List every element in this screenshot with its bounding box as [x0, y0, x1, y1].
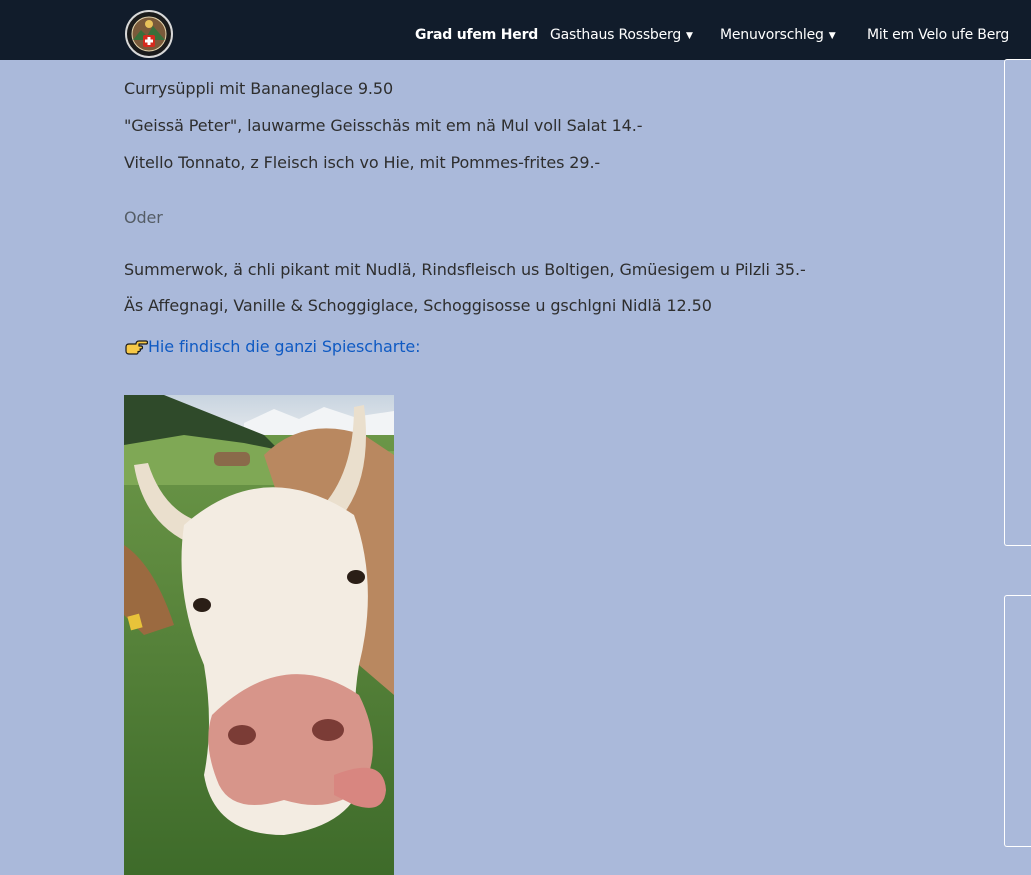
menu-item-currysueppli: Currysüppli mit Bananeglace 9.50 [124, 79, 394, 98]
nav-item-menuvorschleg[interactable]: Menuvorschleg ▼ [720, 26, 836, 45]
menu-item-vitello-tonnato: Vitello Tonnato, z Fleisch isch vo Hie, … [124, 153, 601, 172]
menu-separator-oder: Oder [124, 208, 163, 227]
full-menu-link-text: Hie findisch die ganzi Spiescharte: [148, 337, 421, 356]
nav-label: Menuvorschleg [720, 27, 824, 43]
full-menu-link[interactable]: Hie findisch die ganzi Spiescharte: [124, 336, 421, 358]
menu-item-summerwok: Summerwok, ä chli pikant mit Nudlä, Rind… [124, 260, 806, 279]
cow-photo [124, 395, 394, 875]
side-panel-bottom [1004, 595, 1031, 847]
side-panel-top [1004, 59, 1031, 546]
menu-item-affegnagi: Äs Affegnagi, Vanille & Schoggiglace, Sc… [124, 296, 712, 315]
top-navbar: Grad ufem Herd Gasthaus Rossberg ▼ Menuvo… [0, 0, 1031, 60]
nav-label: Mit em Velo ufe Berg [867, 27, 1010, 43]
chevron-down-icon: ▼ [828, 31, 836, 41]
nav-item-grad-ufem-herd[interactable]: Grad ufem Herd [415, 26, 538, 44]
cow-image [124, 395, 394, 875]
pointing-hand-icon [125, 340, 148, 355]
nav-label: Grad ufem Herd [415, 27, 539, 43]
menu-item-geissae-peter: "Geissä Peter", lauwarme Geisschäs mit e… [124, 116, 643, 135]
nav-label: Gasthaus Rossberg [550, 27, 682, 43]
nav-item-gasthaus-rossberg[interactable]: Gasthaus Rossberg ▼ [550, 26, 693, 45]
site-logo[interactable] [125, 10, 173, 58]
nav-item-mit-em-velo-ufe-berg[interactable]: Mit em Velo ufe Berg [867, 26, 1009, 44]
chevron-down-icon: ▼ [686, 31, 693, 41]
